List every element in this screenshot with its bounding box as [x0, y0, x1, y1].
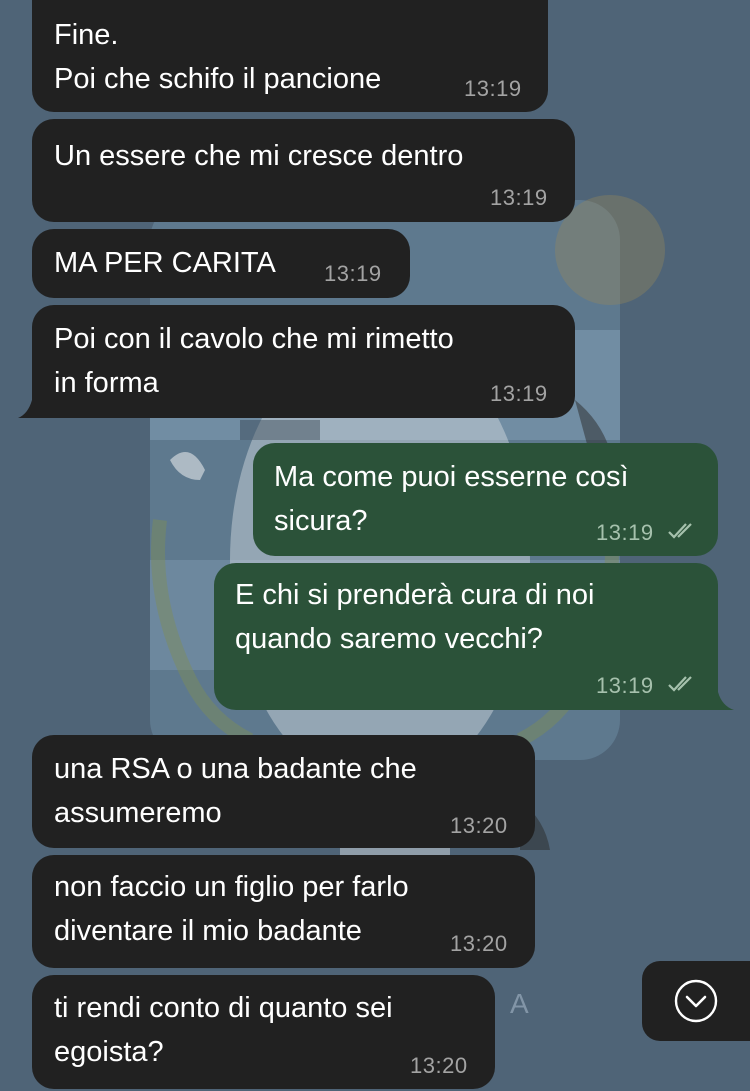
message-text: Ma come puoi esserne così sicura? [274, 461, 629, 537]
message-bubble-incoming[interactable]: ti rendi conto di quanto sei egoista? 13… [32, 975, 495, 1089]
message-time: 13:19 [324, 261, 382, 286]
message-bubble-incoming[interactable]: Fine. Poi che schifo il pancione 13:19 [32, 0, 548, 112]
message-time: 13:19 [490, 381, 548, 406]
message-text: MA PER CARITA [54, 247, 276, 279]
message-text: Fine. Poi che schifo il pancione [54, 19, 382, 95]
message-time: 13:20 [450, 931, 508, 956]
message-text: una RSA o una badante che assumeremo [54, 753, 417, 829]
message-bubble-outgoing[interactable]: E chi si prenderà cura di noi quando sar… [214, 563, 718, 710]
message-time: 13:20 [450, 813, 508, 838]
message-bubble-incoming[interactable]: MA PER CARITA 13:19 [32, 229, 410, 298]
message-tail [18, 400, 32, 418]
message-bubble-outgoing[interactable]: Ma come puoi esserne così sicura? 13:19 [253, 443, 718, 556]
message-time: 13:19 [596, 673, 654, 698]
read-receipt-icon [668, 523, 692, 539]
chevron-down-circle-icon [674, 979, 718, 1023]
message-time: 13:19 [464, 76, 522, 101]
message-bubble-incoming[interactable]: non faccio un figlio per farlo diventare… [32, 855, 535, 968]
message-text: ti rendi conto di quanto sei egoista? [54, 992, 393, 1068]
message-text: non faccio un figlio per farlo diventare… [54, 871, 409, 947]
message-time: 13:19 [596, 520, 654, 545]
read-receipt-icon [668, 676, 692, 692]
message-text: Poi con il cavolo che mi rimetto in form… [54, 323, 454, 399]
scroll-to-bottom-button[interactable] [642, 961, 750, 1041]
message-bubble-incoming[interactable]: Poi con il cavolo che mi rimetto in form… [32, 305, 575, 418]
message-list[interactable]: Fine. Poi che schifo il pancione 13:19 U… [0, 0, 750, 1091]
message-time: 13:20 [410, 1053, 468, 1078]
message-text: E chi si prenderà cura di noi quando sar… [235, 579, 595, 655]
message-time: 13:19 [490, 185, 548, 210]
message-bubble-incoming[interactable]: una RSA o una badante che assumeremo 13:… [32, 735, 535, 848]
message-tail [718, 692, 734, 710]
message-bubble-incoming[interactable]: Un essere che mi cresce dentro 13:19 [32, 119, 575, 222]
message-text: Un essere che mi cresce dentro [54, 140, 464, 172]
